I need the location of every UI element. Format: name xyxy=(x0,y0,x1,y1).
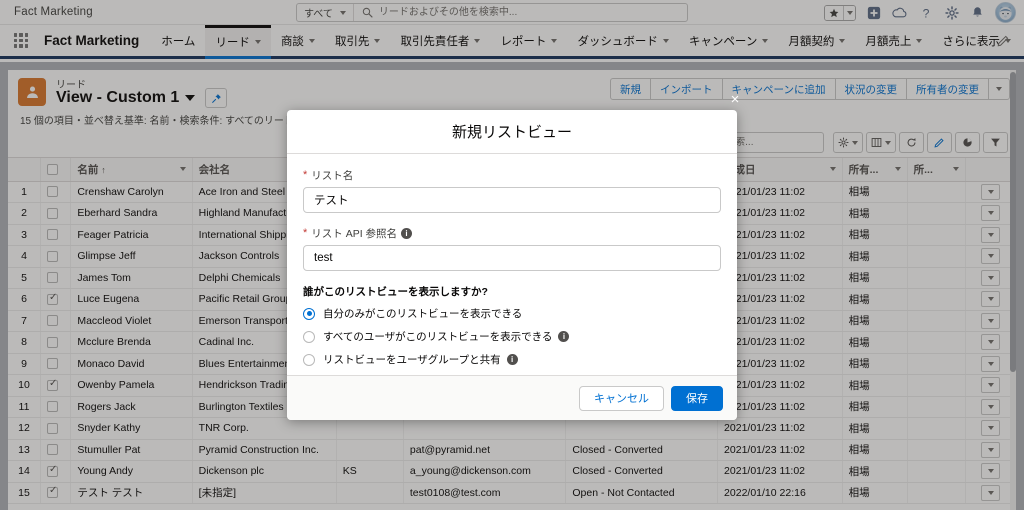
api-name-field-group: * リスト API 参照名 i xyxy=(303,226,721,272)
visibility-option-share-group[interactable]: リストビューをユーザグループと共有 i xyxy=(303,352,721,367)
cancel-button[interactable]: キャンセル xyxy=(579,385,664,411)
salesforce-app: Fact Marketing すべて リードおよびその他を検索中... ? Fa… xyxy=(0,0,1024,510)
visibility-option-label-wrap: リストビューをユーザグループと共有 i xyxy=(323,352,518,367)
visibility-option-label-wrap: すべてのユーザがこのリストビューを表示できる i xyxy=(323,329,570,344)
new-list-view-modal: 新規リストビュー * リスト名 * リスト API 参照名 i 誰がこのリストビ… xyxy=(287,110,737,420)
close-icon[interactable]: × xyxy=(726,90,744,108)
radio-button-icon[interactable] xyxy=(303,330,315,343)
required-asterisk-icon: * xyxy=(303,227,308,240)
info-icon[interactable]: i xyxy=(506,354,518,366)
modal-header: 新規リストビュー xyxy=(287,110,737,155)
list-name-field-group: * リスト名 xyxy=(303,168,721,214)
list-name-label: * リスト名 xyxy=(303,169,354,183)
visibility-option-all-users[interactable]: すべてのユーザがこのリストビューを表示できる i xyxy=(303,329,721,344)
visibility-option-label: すべてのユーザがこのリストビューを表示できる xyxy=(323,331,553,344)
visibility-option-label: リストビューをユーザグループと共有 xyxy=(323,354,501,367)
modal-title: 新規リストビュー xyxy=(451,124,572,141)
visibility-question: 誰がこのリストビューを表示しますか? xyxy=(303,286,488,299)
required-asterisk-icon: * xyxy=(303,169,308,182)
modal-footer: キャンセル 保存 xyxy=(287,375,737,420)
list-name-input[interactable] xyxy=(303,187,721,214)
api-name-input[interactable] xyxy=(303,245,721,272)
info-icon[interactable]: i xyxy=(401,228,413,240)
radio-button-icon[interactable] xyxy=(303,353,315,366)
radio-button-selected-icon[interactable] xyxy=(303,307,315,320)
modal-body: * リスト名 * リスト API 参照名 i 誰がこのリストビューを表示しますか… xyxy=(287,154,737,375)
info-icon[interactable]: i xyxy=(558,331,570,343)
visibility-option-label: 自分のみがこのリストビューを表示できる xyxy=(323,308,523,321)
api-name-label: * リスト API 参照名 i xyxy=(303,226,721,241)
save-button[interactable]: 保存 xyxy=(671,385,723,411)
visibility-option-only-me[interactable]: 自分のみがこのリストビューを表示できる xyxy=(303,306,721,321)
